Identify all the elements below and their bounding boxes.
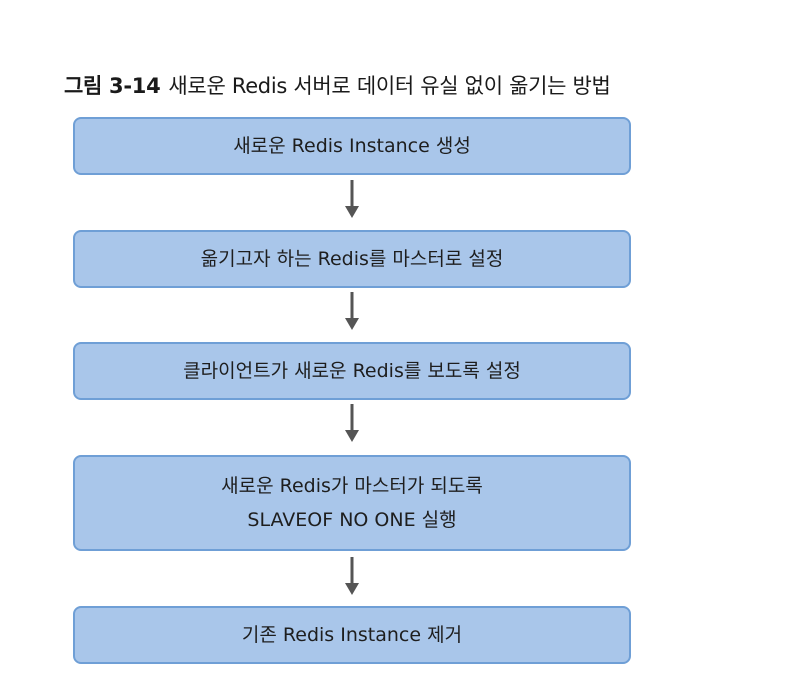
arrow-down-icon: [342, 557, 362, 597]
step-5-box: 기존 Redis Instance 제거: [73, 606, 631, 664]
step-2-text: 옮기고자 하는 Redis를 마스터로 설정: [200, 248, 504, 270]
step-4-text-line-2: SLAVEOF NO ONE 실행: [247, 509, 457, 531]
figure-title: 그림 3-14 새로운 Redis 서버로 데이터 유실 없이 옮기는 방법: [64, 70, 611, 100]
step-1-box: 새로운 Redis Instance 생성: [73, 117, 631, 175]
step-4-text-line-1: 새로운 Redis가 마스터가 되도록: [221, 475, 483, 497]
arrow-down-icon: [342, 404, 362, 444]
step-3-text: 클라이언트가 새로운 Redis를 보도록 설정: [183, 360, 521, 382]
figure-number: 그림 3-14: [64, 74, 161, 98]
step-1-text: 새로운 Redis Instance 생성: [233, 135, 471, 157]
step-3-box: 클라이언트가 새로운 Redis를 보도록 설정: [73, 342, 631, 400]
figure-caption: 새로운 Redis 서버로 데이터 유실 없이 옮기는 방법: [168, 74, 611, 98]
step-2-box: 옮기고자 하는 Redis를 마스터로 설정: [73, 230, 631, 288]
arrow-down-icon: [342, 292, 362, 332]
step-5-text: 기존 Redis Instance 제거: [241, 624, 463, 646]
step-4-box: 새로운 Redis가 마스터가 되도록 SLAVEOF NO ONE 실행: [73, 455, 631, 551]
arrow-down-icon: [342, 180, 362, 220]
